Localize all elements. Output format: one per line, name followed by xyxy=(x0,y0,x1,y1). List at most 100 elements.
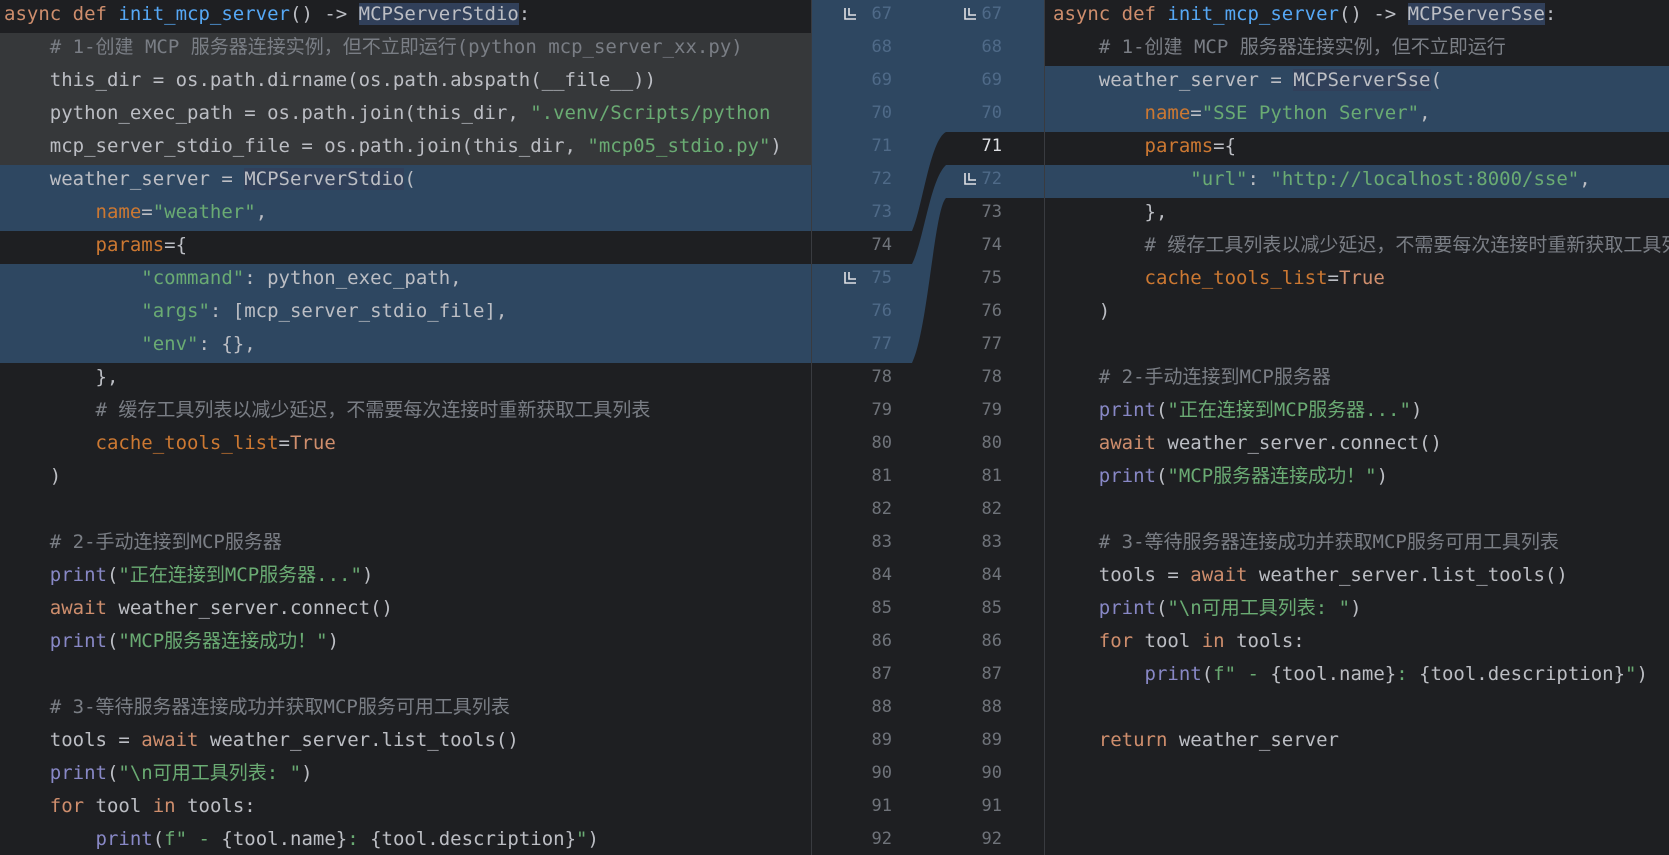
code-token: ) xyxy=(1636,663,1648,685)
code-token: ( xyxy=(1201,663,1214,685)
code-line[interactable]: params={ xyxy=(0,231,811,264)
code-line[interactable]: print("MCP服务器连接成功！") xyxy=(0,627,811,660)
code-line[interactable]: for tool in tools: xyxy=(0,792,811,825)
code-line[interactable] xyxy=(1045,792,1669,825)
code-line[interactable]: # 1-创建 MCP 服务器连接实例，但不立即运行 xyxy=(1045,33,1669,66)
right-editor-pane[interactable]: async def init_mcp_server() -> MCPServer… xyxy=(1045,0,1669,855)
merge-arrow-icon[interactable] xyxy=(842,6,858,22)
code-line[interactable]: this_dir = os.path.dirname(os.path.abspa… xyxy=(0,66,811,99)
code-text: print("MCP服务器连接成功！") xyxy=(1053,462,1388,491)
code-text: ) xyxy=(1053,297,1110,326)
code-line[interactable]: "env": {}, xyxy=(0,330,811,363)
code-token: }, xyxy=(1053,201,1168,223)
code-token: "mcp05_stdio.py" xyxy=(587,135,771,157)
code-token: ) xyxy=(1053,300,1111,322)
code-text: print(f" - {tool.name}: {tool.descriptio… xyxy=(1053,660,1648,689)
code-line[interactable]: "args": [mcp_server_stdio_file], xyxy=(0,297,811,330)
code-line[interactable]: async def init_mcp_server() -> MCPServer… xyxy=(1045,0,1669,33)
merge-arrow-icon[interactable] xyxy=(962,171,978,187)
code-line[interactable]: print(f" - {tool.name}: {tool.descriptio… xyxy=(0,825,811,855)
left-line-number: 86 xyxy=(871,631,892,651)
code-token: print xyxy=(95,828,153,850)
code-line[interactable]: }, xyxy=(1045,198,1669,231)
code-token: # 2-手动连接到MCP服务器 xyxy=(49,531,282,553)
right-line-number: 90 xyxy=(981,763,1002,783)
code-line[interactable]: }, xyxy=(0,363,811,396)
code-line[interactable] xyxy=(1045,693,1669,726)
code-token: name xyxy=(95,201,142,223)
code-line[interactable]: name="SSE Python Server", xyxy=(1045,99,1669,132)
code-token: ) xyxy=(361,564,374,586)
code-line[interactable]: name="weather", xyxy=(0,198,811,231)
code-token: ) xyxy=(1350,597,1362,619)
left-line-number: 89 xyxy=(871,730,892,750)
code-text: name="weather", xyxy=(4,198,268,227)
code-line[interactable]: print("MCP服务器连接成功！") xyxy=(1045,462,1669,495)
left-line-number: 78 xyxy=(871,367,892,387)
code-token: await xyxy=(49,597,119,619)
code-token: in xyxy=(1201,630,1237,652)
code-token: ".venv/Scripts/python xyxy=(530,102,771,124)
code-line[interactable] xyxy=(0,495,811,528)
code-text: return weather_server xyxy=(1053,726,1339,755)
code-line[interactable]: # 3-等待服务器连接成功并获取MCP服务可用工具列表 xyxy=(1045,528,1669,561)
code-token: = xyxy=(1327,267,1339,289)
right-line-number: 92 xyxy=(981,829,1002,849)
code-token: " xyxy=(1625,663,1637,685)
code-line[interactable]: cache_tools_list=True xyxy=(1045,264,1669,297)
left-line-number: 75 xyxy=(871,268,892,288)
code-line[interactable] xyxy=(1045,759,1669,792)
left-editor-pane[interactable]: async def init_mcp_server() -> MCPServer… xyxy=(0,0,811,855)
code-line[interactable]: # 缓存工具列表以减少延迟，不需要每次连接时重新获取工具列表 xyxy=(0,396,811,429)
code-token: print xyxy=(49,762,107,784)
code-line[interactable]: tools = await weather_server.list_tools(… xyxy=(0,726,811,759)
code-line[interactable] xyxy=(1045,825,1669,855)
code-line[interactable]: # 2-手动连接到MCP服务器 xyxy=(1045,363,1669,396)
code-line[interactable]: ) xyxy=(0,462,811,495)
code-line[interactable]: async def init_mcp_server() -> MCPServer… xyxy=(0,0,811,33)
code-text: python_exec_path = os.path.join(this_dir… xyxy=(4,99,771,128)
merge-arrow-icon[interactable] xyxy=(962,6,978,22)
code-line[interactable]: # 缓存工具列表以减少延迟，不需要每次连接时重新获取工具列 xyxy=(1045,231,1669,264)
right-line-number: 87 xyxy=(981,664,1002,684)
code-token: ) xyxy=(770,135,782,157)
code-line[interactable]: print("\n可用工具列表: ") xyxy=(1045,594,1669,627)
code-token: MCPServerStdio xyxy=(358,3,519,25)
code-line[interactable]: tools = await weather_server.list_tools(… xyxy=(1045,561,1669,594)
left-line-number: 77 xyxy=(871,334,892,354)
merge-arrow-icon[interactable] xyxy=(842,270,858,286)
code-line[interactable]: # 1-创建 MCP 服务器连接实例，但不立即运行(python mcp_ser… xyxy=(0,33,811,66)
code-line[interactable]: params={ xyxy=(1045,132,1669,165)
code-line[interactable]: # 2-手动连接到MCP服务器 xyxy=(0,528,811,561)
code-line[interactable]: "command": python_exec_path, xyxy=(0,264,811,297)
code-line[interactable]: cache_tools_list=True xyxy=(0,429,811,462)
code-line[interactable]: python_exec_path = os.path.join(this_dir… xyxy=(0,99,811,132)
code-line[interactable]: await weather_server.connect() xyxy=(0,594,811,627)
code-line[interactable]: for tool in tools: xyxy=(1045,627,1669,660)
code-token: async xyxy=(4,3,73,25)
code-line[interactable]: print("\n可用工具列表: ") xyxy=(0,759,811,792)
code-token: python_exec_path = os.path.join(this_dir… xyxy=(4,102,531,124)
code-line[interactable]: return weather_server xyxy=(1045,726,1669,759)
code-line[interactable]: weather_server = MCPServerSse( xyxy=(1045,66,1669,99)
code-text: # 2-手动连接到MCP服务器 xyxy=(4,528,282,557)
code-line[interactable]: mcp_server_stdio_file = os.path.join(thi… xyxy=(0,132,811,165)
code-text: async def init_mcp_server() -> MCPServer… xyxy=(1053,0,1556,29)
code-line[interactable] xyxy=(0,660,811,693)
code-token: weather_server = xyxy=(4,168,245,190)
left-line-number: 80 xyxy=(871,433,892,453)
code-line[interactable]: print(f" - {tool.name}: {tool.descriptio… xyxy=(1045,660,1669,693)
code-line[interactable]: print("正在连接到MCP服务器...") xyxy=(0,561,811,594)
code-line[interactable]: ) xyxy=(1045,297,1669,330)
code-line[interactable] xyxy=(1045,330,1669,363)
code-line[interactable]: await weather_server.connect() xyxy=(1045,429,1669,462)
code-line[interactable]: weather_server = MCPServerStdio( xyxy=(0,165,811,198)
code-line[interactable] xyxy=(1045,495,1669,528)
code-line[interactable]: "url": "http://localhost:8000/sse", xyxy=(1045,165,1669,198)
code-token: () -> xyxy=(290,3,359,25)
code-line[interactable]: # 3-等待服务器连接成功并获取MCP服务可用工具列表 xyxy=(0,693,811,726)
code-line[interactable]: print("正在连接到MCP服务器...") xyxy=(1045,396,1669,429)
